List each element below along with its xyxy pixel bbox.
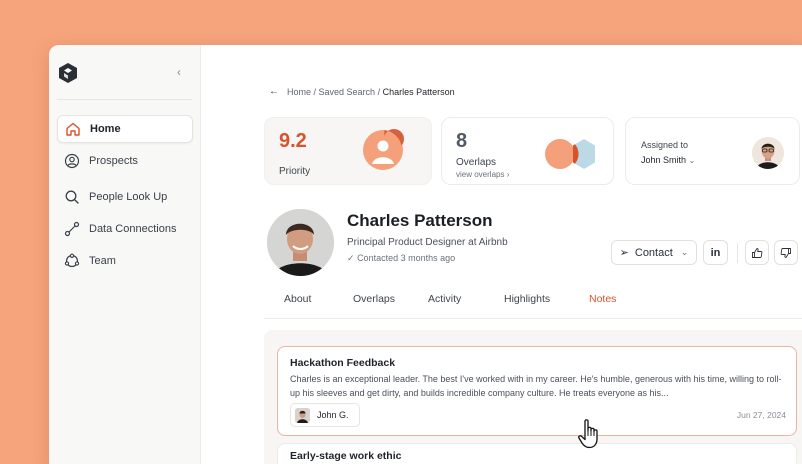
tab-overlaps[interactable]: Overlaps — [331, 283, 411, 318]
assignee-avatar — [752, 137, 784, 169]
button-divider — [737, 243, 738, 263]
overlaps-label: Overlaps — [456, 157, 497, 168]
sidebar-item-data-connections[interactable]: Data Connections — [57, 215, 193, 243]
note-author-avatar — [295, 407, 310, 423]
back-arrow-icon[interactable]: ← — [269, 86, 279, 97]
sidebar: ‹ Home Prospects People Look Up Data Con… — [49, 45, 201, 464]
chevron-down-icon: ⌄ — [680, 247, 689, 257]
note-date: Jun 27, 2024 — [736, 410, 786, 420]
sidebar-item-label: Team — [89, 255, 116, 267]
thumbs-down-button[interactable] — [774, 240, 798, 265]
send-icon: ➢ — [619, 247, 629, 259]
priority-card: 9.2 Priority — [264, 117, 432, 185]
sidebar-item-label: Home — [90, 123, 121, 135]
profile-avatar — [267, 209, 334, 276]
overlaps-illustration-icon — [545, 139, 595, 169]
note-author-name: John G. — [317, 410, 349, 420]
profile-tabs: About Overlaps Activity Highlights Notes — [264, 283, 802, 319]
user-circle-icon — [64, 153, 80, 169]
chevron-down-icon: ⌄ — [688, 156, 696, 165]
breadcrumb-saved-search[interactable]: Saved Search — [319, 87, 376, 97]
app-logo-icon[interactable] — [57, 62, 79, 84]
collapse-sidebar-icon[interactable]: ‹ — [177, 65, 189, 79]
breadcrumb-home[interactable]: Home — [287, 87, 311, 97]
sidebar-item-home[interactable]: Home — [57, 115, 193, 143]
breadcrumb-separator: / — [375, 86, 383, 97]
sidebar-item-people-look-up[interactable]: People Look Up — [57, 183, 193, 211]
tab-notes[interactable]: Notes — [571, 283, 631, 318]
connection-icon — [64, 221, 80, 237]
tab-highlights[interactable]: Highlights — [484, 283, 571, 318]
overlaps-value: 8 — [456, 130, 468, 152]
view-overlaps-link[interactable]: view overlaps › — [456, 170, 509, 179]
sidebar-item-prospects[interactable]: Prospects — [57, 147, 193, 175]
priority-label: Priority — [279, 166, 311, 177]
contact-button-label: Contact — [634, 246, 673, 259]
breadcrumb-current: Charles Patterson — [382, 86, 455, 97]
profile-title: Principal Product Designer at Airbnb — [347, 237, 508, 248]
tab-activity[interactable]: Activity — [411, 283, 484, 318]
thumbs-up-icon — [752, 247, 763, 258]
app-window: ‹ Home Prospects People Look Up Data Con… — [49, 45, 802, 464]
priority-value: 9.2 — [279, 130, 307, 152]
sidebar-item-team[interactable]: Team — [57, 247, 193, 275]
note-title: Hackathon Feedback — [290, 357, 396, 369]
note-body: Charles is an exceptional leader. The be… — [290, 374, 782, 398]
sidebar-item-label: Data Connections — [89, 223, 177, 235]
thumbs-up-button[interactable] — [745, 240, 769, 265]
sidebar-item-label: Prospects — [89, 155, 138, 167]
home-icon — [66, 122, 80, 136]
linkedin-icon: in — [710, 246, 721, 259]
assignee-name: John Smith — [641, 155, 687, 165]
assigned-label: Assigned to — [641, 140, 689, 150]
note-card[interactable]: Hackathon Feedback Charles is an excepti… — [277, 346, 797, 436]
priority-illustration-icon — [363, 128, 404, 170]
sidebar-item-label: People Look Up — [89, 191, 168, 203]
note-title: Early-stage work ethic — [290, 450, 402, 462]
hand-pointer-cursor-icon — [578, 419, 598, 449]
assigned-card: Assigned to John Smith ⌄ — [625, 117, 800, 185]
main-content: ← Home / Saved Search / Charles Patterso… — [201, 45, 802, 464]
profile-name: Charles Patterson — [347, 211, 493, 230]
view-overlaps-text: view overlaps — [456, 170, 505, 179]
breadcrumb-separator: / — [311, 86, 319, 97]
search-icon — [65, 190, 79, 204]
thumbs-down-icon — [780, 247, 791, 258]
assignee-dropdown[interactable]: John Smith ⌄ — [641, 155, 695, 165]
breadcrumb: ← Home / Saved Search / Charles Patterso… — [269, 86, 455, 97]
note-author-chip[interactable]: John G. — [290, 403, 360, 427]
sidebar-divider — [57, 99, 192, 100]
sidebar-nav: Home Prospects People Look Up Data Conne… — [57, 115, 193, 279]
note-card[interactable]: Early-stage work ethic — [277, 443, 797, 464]
linkedin-button[interactable]: in — [703, 240, 728, 265]
team-icon — [64, 253, 80, 268]
contacted-text: Contacted 3 months ago — [357, 253, 456, 263]
notes-panel: Hackathon Feedback Charles is an excepti… — [264, 330, 802, 464]
contact-button[interactable]: ➢ Contact ⌄ — [611, 240, 697, 265]
contacted-status: ✓ Contacted 3 months ago — [347, 253, 455, 264]
overlaps-card[interactable]: 8 Overlaps view overlaps › — [441, 117, 614, 185]
tab-about[interactable]: About — [264, 283, 331, 318]
check-icon: ✓ — [347, 253, 355, 263]
